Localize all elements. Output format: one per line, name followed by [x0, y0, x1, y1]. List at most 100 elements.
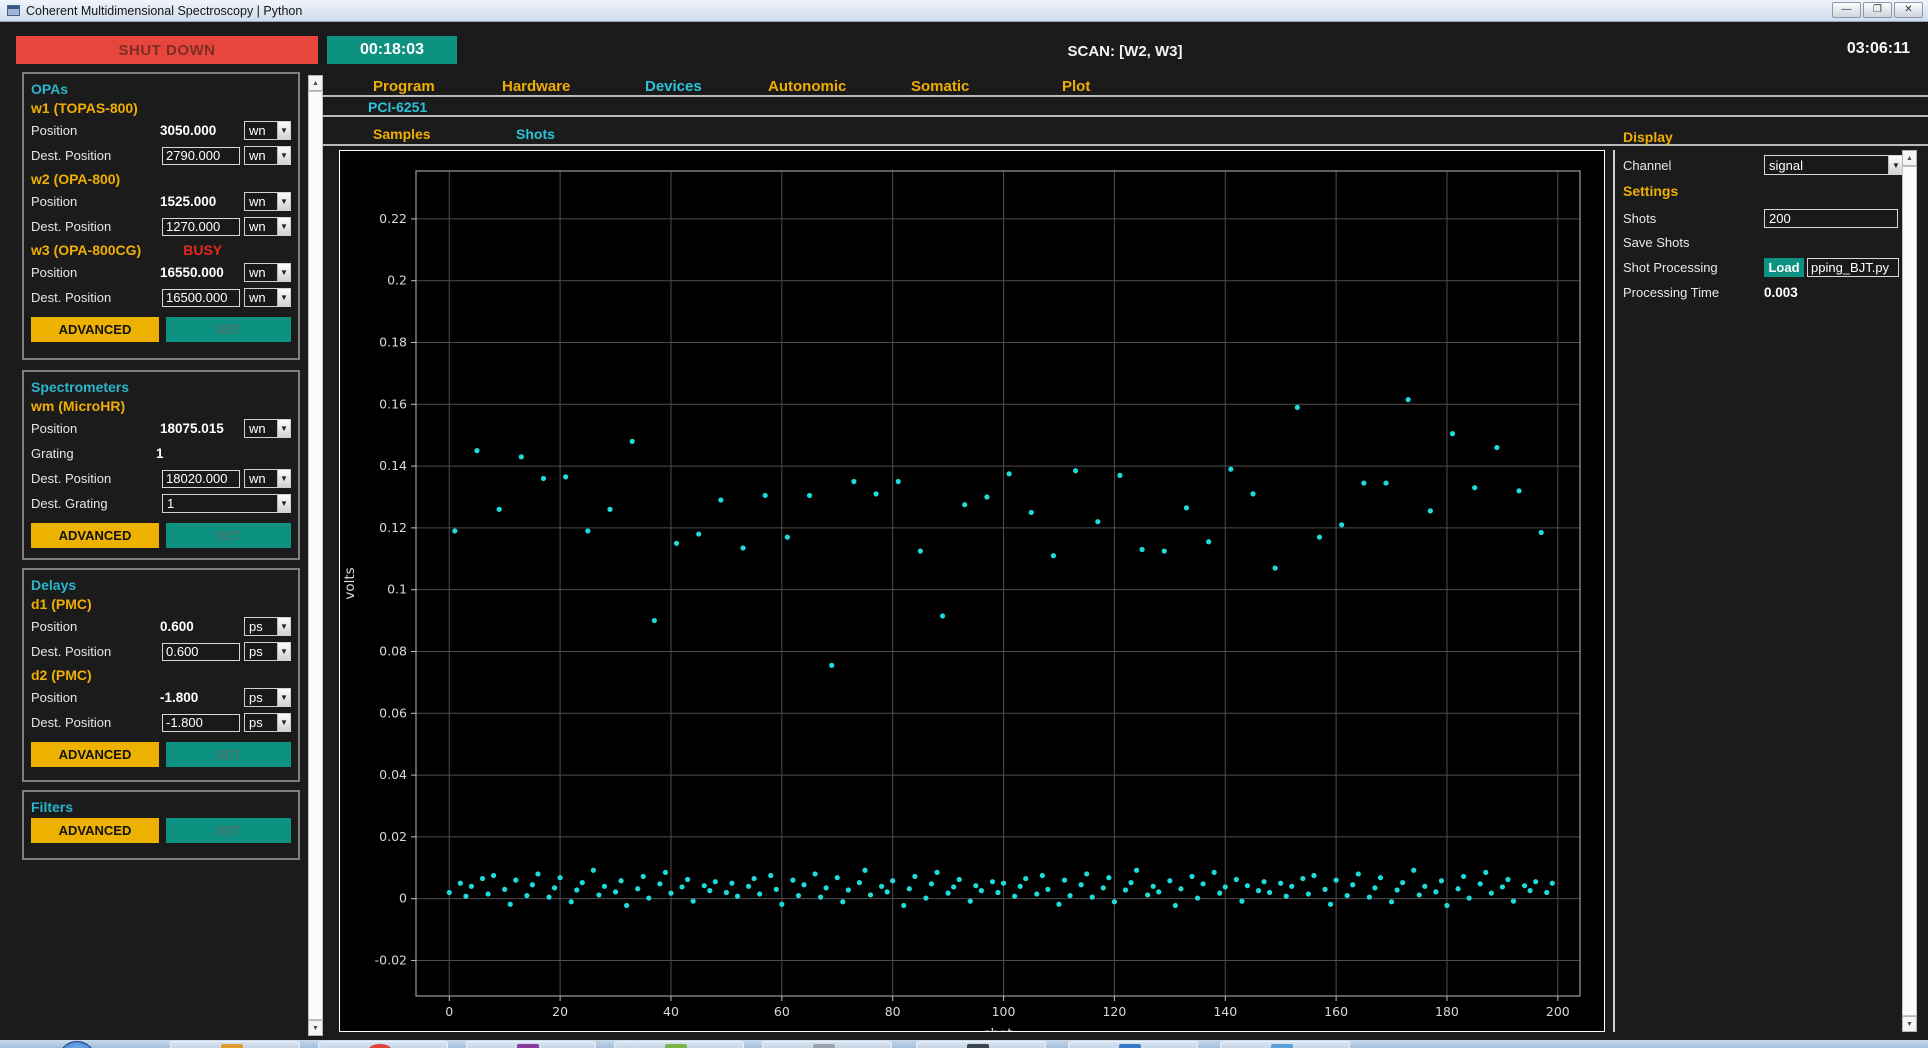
scroll-up-icon[interactable]: ▲ [1902, 150, 1917, 166]
svg-text:-0.02: -0.02 [375, 952, 407, 967]
svg-text:120: 120 [1102, 1004, 1126, 1019]
scrollbar-thumb[interactable] [308, 91, 323, 1020]
svg-text:volts: volts [342, 567, 358, 599]
processing-script-field[interactable]: pping_BJT.py [1807, 258, 1899, 277]
tab-samples[interactable]: Samples [373, 126, 431, 142]
taskbar-app-5[interactable] [762, 1041, 892, 1048]
d1-dest-input[interactable] [162, 642, 240, 661]
position-label: Position [31, 194, 78, 209]
taskbar-app-7[interactable] [1068, 1041, 1198, 1048]
filters-set-button[interactable]: SET [165, 818, 291, 843]
scrollbar-thumb[interactable] [1902, 166, 1917, 1016]
tab-devices[interactable]: Devices [645, 78, 702, 95]
grating-label: Grating [31, 446, 74, 461]
spectrometers-set-button[interactable]: SET [165, 523, 291, 548]
d2-dest-units-select[interactable]: ps ▼ [244, 713, 291, 732]
scroll-down-icon[interactable]: ▼ [1902, 1016, 1917, 1032]
taskbar-app-6[interactable] [916, 1041, 1046, 1048]
w1-dest-units-select[interactable]: wn ▼ [244, 146, 291, 165]
system-clock: 03:06:11 [1846, 40, 1910, 57]
svg-text:80: 80 [885, 1004, 901, 1019]
load-script-button[interactable]: Load [1764, 258, 1804, 277]
chevron-down-icon: ▼ [277, 689, 290, 706]
scroll-up-icon[interactable]: ▲ [308, 75, 323, 91]
svg-text:0.02: 0.02 [379, 829, 407, 844]
wm-units-select[interactable]: wn ▼ [244, 419, 291, 438]
svg-text:60: 60 [774, 1004, 790, 1019]
start-orb-icon[interactable] [58, 1041, 96, 1048]
position-label: Position [31, 421, 78, 436]
tab-somatic[interactable]: Somatic [911, 78, 969, 95]
w1-units-select[interactable]: wn ▼ [244, 121, 291, 140]
w3-dest-units-select[interactable]: wn ▼ [244, 288, 291, 307]
screen: Coherent Multidimensional Spectroscopy |… [0, 0, 1928, 1048]
taskbar-app-8[interactable] [1220, 1041, 1350, 1048]
channel-value: signal [1769, 157, 1803, 173]
shutdown-button[interactable]: SHUT DOWN [16, 36, 318, 64]
sidebar-scrollbar[interactable]: ▲ ▼ [308, 75, 323, 1036]
delays-set-button[interactable]: SET [165, 742, 291, 767]
taskbar-app-3[interactable] [466, 1041, 596, 1048]
d2-units-select[interactable]: ps ▼ [244, 688, 291, 707]
w1-dest-input[interactable] [162, 146, 240, 165]
units-value: wn [249, 471, 266, 486]
position-label: Position [31, 690, 78, 705]
close-button[interactable]: ✕ [1894, 2, 1923, 18]
taskbar-app-2[interactable] [318, 1041, 448, 1048]
tab-pci-6251[interactable]: PCI-6251 [368, 99, 427, 115]
opas-advanced-button[interactable]: ADVANCED [31, 317, 159, 342]
tab-plot[interactable]: Plot [1062, 78, 1090, 95]
svg-text:200: 200 [1546, 1004, 1570, 1019]
taskbar[interactable] [0, 1040, 1928, 1048]
svg-text:0.08: 0.08 [379, 643, 407, 658]
scatter-plot[interactable]: 0 20 40 60 80 100 120 140 160 180 200 -0.02 0 0.02 0.0… [340, 151, 1604, 1042]
dest-grating-value: 1 [167, 496, 175, 511]
w2-units-select[interactable]: wn ▼ [244, 192, 291, 211]
w2-dest-units-select[interactable]: wn ▼ [244, 217, 291, 236]
panel-divider [1613, 150, 1615, 1032]
spectrometers-panel: Spectrometers wm (MicroHR) Position 1807… [22, 370, 300, 560]
opas-set-button[interactable]: SET [165, 317, 291, 342]
units-value: wn [249, 194, 266, 209]
chevron-down-icon: ▼ [277, 193, 290, 210]
shots-input[interactable] [1764, 209, 1898, 228]
tab-hardware[interactable]: Hardware [502, 78, 570, 95]
save-shots-label: Save Shots [1623, 235, 1690, 250]
wm-dest-input[interactable] [162, 469, 240, 488]
dest-grating-label: Dest. Grating [31, 496, 108, 511]
d2-dest-input[interactable] [162, 713, 240, 732]
w2-dest-input[interactable] [162, 217, 240, 236]
filters-advanced-button[interactable]: ADVANCED [31, 818, 159, 843]
minimize-button[interactable]: — [1832, 2, 1861, 18]
w3-dest-input[interactable] [162, 288, 240, 307]
dest-position-label: Dest. Position [31, 715, 112, 730]
dest-position-label: Dest. Position [31, 219, 112, 234]
d1-dest-units-select[interactable]: ps ▼ [244, 642, 291, 661]
delays-title: Delays [31, 577, 77, 593]
w3-position-value: 16550.000 [160, 265, 224, 280]
chevron-down-icon: ▼ [1888, 156, 1903, 174]
wm-dest-grating-select[interactable]: 1 ▼ [162, 494, 291, 513]
maximize-button[interactable]: ❐ [1863, 2, 1892, 18]
divider-rule [318, 115, 1928, 117]
svg-text:shot: shot [983, 1026, 1012, 1031]
position-label: Position [31, 123, 78, 138]
units-value: ps [249, 619, 263, 634]
scroll-down-icon[interactable]: ▼ [308, 1020, 323, 1036]
tab-shots[interactable]: Shots [516, 126, 555, 142]
delays-panel: Delays d1 (PMC) Position 0.600 ps ▼ Dest… [22, 568, 300, 782]
tab-program[interactable]: Program [373, 78, 435, 95]
plot-canvas[interactable]: 0 20 40 60 80 100 120 140 160 180 200 -0.02 0 0.02 0.0… [339, 150, 1605, 1042]
taskbar-app-4[interactable] [614, 1041, 744, 1048]
motor-w3-name: w3 (OPA-800CG) BUSY [31, 242, 291, 258]
processing-time-value: 0.003 [1764, 285, 1798, 300]
spectrometers-advanced-button[interactable]: ADVANCED [31, 523, 159, 548]
taskbar-app-1[interactable] [170, 1041, 300, 1048]
right-panel-scrollbar[interactable]: ▲ ▼ [1902, 150, 1917, 1032]
delays-advanced-button[interactable]: ADVANCED [31, 742, 159, 767]
channel-select[interactable]: signal ▼ [1764, 155, 1904, 175]
d1-units-select[interactable]: ps ▼ [244, 617, 291, 636]
tab-autonomic[interactable]: Autonomic [768, 78, 846, 95]
wm-dest-units-select[interactable]: wn ▼ [244, 469, 291, 488]
w3-units-select[interactable]: wn ▼ [244, 263, 291, 282]
